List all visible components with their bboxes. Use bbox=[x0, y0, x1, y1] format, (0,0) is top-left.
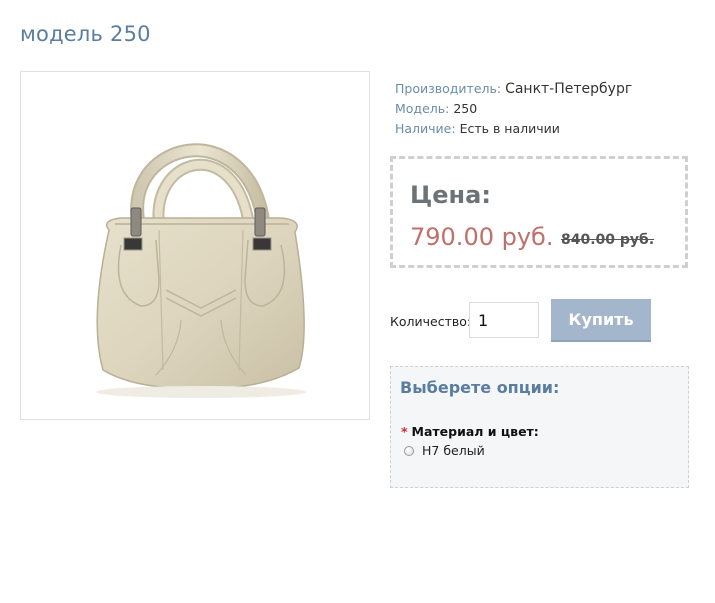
price-new: 790.00 руб. bbox=[410, 223, 554, 251]
availability-value: Есть в наличии bbox=[459, 121, 560, 136]
manufacturer-row: Производитель: Санкт-Петербург bbox=[395, 79, 632, 99]
price-old: 840.00 руб. bbox=[561, 232, 655, 248]
model-label: Модель: bbox=[395, 101, 450, 116]
product-info: Производитель: Санкт-Петербург Модель: 2… bbox=[395, 79, 632, 139]
option-radio[interactable] bbox=[404, 445, 414, 456]
option-item[interactable]: Н7 белый bbox=[404, 443, 485, 458]
option-label: Н7 белый bbox=[422, 443, 485, 458]
handbag-image bbox=[96, 143, 306, 398]
options-title: Выберете опции: bbox=[400, 378, 560, 397]
model-row: Модель: 250 bbox=[395, 99, 632, 119]
buy-button[interactable]: Купить bbox=[551, 299, 651, 340]
manufacturer-link[interactable]: Санкт-Петербург bbox=[505, 81, 632, 97]
price-box: Цена: 790.00 руб. 840.00 руб. bbox=[390, 156, 688, 268]
page-title: модель 250 bbox=[20, 22, 151, 46]
options-box: Выберете опции: * Материал и цвет: Н7 бел… bbox=[390, 366, 689, 488]
quantity-input[interactable] bbox=[469, 302, 539, 338]
price-label: Цена: bbox=[410, 181, 491, 209]
manufacturer-label: Производитель: bbox=[395, 81, 502, 96]
product-image[interactable] bbox=[20, 71, 370, 420]
option-name-label: Материал и цвет: bbox=[411, 424, 539, 439]
option-name: * Материал и цвет: bbox=[401, 424, 539, 439]
model-value: 250 bbox=[453, 101, 478, 116]
availability-row: Наличие: Есть в наличии bbox=[395, 119, 632, 139]
availability-label: Наличие: bbox=[395, 121, 456, 136]
required-mark: * bbox=[401, 424, 408, 439]
quantity-label: Количество: bbox=[390, 314, 472, 329]
